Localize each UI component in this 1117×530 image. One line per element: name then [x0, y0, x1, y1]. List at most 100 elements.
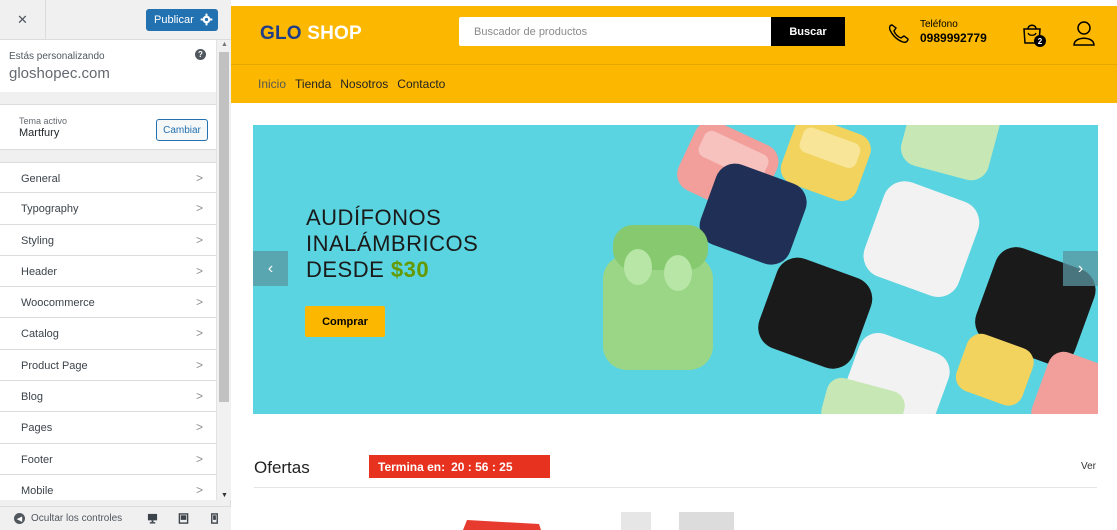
- chevron-left-icon: ‹: [267, 259, 274, 277]
- chevron-right-icon: >: [196, 326, 204, 341]
- section-label: Styling: [21, 234, 55, 247]
- scroll-up-icon[interactable]: ▲: [221, 41, 228, 48]
- countdown-label: Termina en:: [378, 459, 446, 474]
- active-theme-section: Tema activo Martfury Cambiar: [0, 104, 216, 150]
- customizer-footer: ◀ Ocultar los controles: [0, 506, 231, 530]
- section-general[interactable]: General >: [0, 162, 216, 194]
- publish-label: Publicar: [154, 14, 194, 26]
- banner-line3: DESDE $30: [306, 257, 478, 283]
- tablet-icon[interactable]: [178, 513, 189, 524]
- hero-banner: AUDÍFONOS INALÁMBRICOS DESDE $30 Comprar…: [253, 125, 1098, 414]
- section-product-page[interactable]: Product Page >: [0, 349, 216, 382]
- scroll-down-icon[interactable]: ▼: [221, 492, 228, 499]
- nav-item-inicio[interactable]: Inicio: [258, 77, 286, 91]
- section-label: Catalog: [21, 328, 59, 341]
- section-label: Pages: [21, 422, 53, 435]
- section-mobile[interactable]: Mobile >: [0, 474, 216, 500]
- chevron-right-icon: >: [196, 451, 204, 466]
- section-label: Product Page: [21, 359, 88, 372]
- collapse-icon: ◀: [14, 513, 25, 524]
- chevron-right-icon: >: [196, 357, 204, 372]
- section-catalog[interactable]: Catalog >: [0, 318, 216, 350]
- product-thumbnail: [621, 512, 734, 530]
- chevron-right-icon: >: [196, 171, 204, 185]
- product-image[interactable]: [619, 512, 739, 530]
- user-icon[interactable]: [1072, 20, 1096, 46]
- chevron-right-icon: >: [196, 232, 204, 247]
- section-woocommerce[interactable]: Woocommerce >: [0, 287, 216, 319]
- logo-part2: SHOP: [307, 23, 362, 44]
- offers-countdown: Termina en: 20 : 56 : 25: [369, 455, 550, 478]
- slider-next-button[interactable]: ›: [1063, 251, 1098, 286]
- section-label: Woocommerce: [21, 297, 95, 310]
- section-label: Typography: [21, 203, 79, 216]
- chevron-right-icon: >: [196, 263, 204, 278]
- chevron-right-icon: >: [196, 420, 204, 435]
- main-nav: Inicio Tienda Nosotros Contacto: [258, 77, 445, 91]
- section-label: Footer: [21, 453, 53, 466]
- chevron-right-icon: ›: [1077, 259, 1084, 277]
- banner-price: $30: [390, 257, 430, 282]
- search-button[interactable]: Buscar: [771, 17, 845, 46]
- search-placeholder: Buscador de productos: [474, 26, 588, 38]
- chevron-right-icon: >: [196, 389, 204, 404]
- chevron-right-icon: >: [196, 295, 204, 310]
- publish-button[interactable]: Publicar: [146, 9, 218, 31]
- banner-headline: AUDÍFONOS INALÁMBRICOS DESDE $30: [306, 205, 478, 283]
- help-icon[interactable]: ?: [195, 49, 206, 60]
- scrollbar-thumb[interactable]: [219, 52, 229, 402]
- close-icon: ✕: [17, 12, 28, 27]
- chevron-right-icon: >: [196, 201, 204, 216]
- gear-icon[interactable]: [200, 13, 213, 26]
- active-theme-name: Martfury: [19, 127, 60, 139]
- site-logo[interactable]: GLO SHOP: [260, 23, 362, 45]
- customizer-header: ✕ Publicar: [0, 0, 231, 40]
- banner-line1: AUDÍFONOS: [306, 205, 442, 230]
- site-header: GLO SHOP Buscador de productos Buscar Te…: [231, 6, 1117, 103]
- site-preview: GLO SHOP Buscador de productos Buscar Te…: [231, 0, 1117, 530]
- nav-item-tienda[interactable]: Tienda: [295, 77, 331, 91]
- section-typography[interactable]: Typography >: [0, 193, 216, 225]
- phone-label: Teléfono: [920, 19, 958, 30]
- buy-button[interactable]: Comprar: [305, 306, 385, 337]
- mobile-icon[interactable]: [209, 513, 220, 524]
- section-label: General: [21, 173, 61, 185]
- customizer-panel: Estás personalizando gloshopec.com ? Tem…: [0, 40, 231, 500]
- banner-line3-prefix: DESDE: [306, 257, 385, 282]
- chevron-right-icon: >: [196, 482, 204, 497]
- logo-part1: GLO: [260, 23, 302, 44]
- section-label: Blog: [21, 391, 44, 404]
- section-blog[interactable]: Blog >: [0, 381, 216, 413]
- countdown-timer: 20 : 56 : 25: [451, 459, 513, 474]
- section-pages[interactable]: Pages >: [0, 412, 216, 444]
- change-theme-button[interactable]: Cambiar: [156, 119, 208, 141]
- active-theme-label: Tema activo: [19, 116, 68, 126]
- nav-item-contacto[interactable]: Contacto: [397, 77, 445, 91]
- slider-prev-button[interactable]: ‹: [253, 251, 288, 286]
- hide-controls-button[interactable]: ◀ Ocultar los controles: [14, 513, 122, 524]
- product-image[interactable]: [461, 512, 541, 530]
- section-styling[interactable]: Styling >: [0, 224, 216, 256]
- hide-controls-label: Ocultar los controles: [31, 513, 123, 524]
- phone-number[interactable]: 0989992779: [920, 31, 987, 45]
- desktop-icon[interactable]: [147, 513, 158, 524]
- customizer-sections: General > Typography > Styling > Header > Wo…: [0, 162, 216, 500]
- header-divider: [231, 64, 1117, 65]
- editing-label: Estás personalizando: [9, 51, 105, 62]
- offers-divider: [254, 487, 1097, 488]
- see-all-offers-link[interactable]: Ver: [1081, 461, 1096, 472]
- section-label: Header: [21, 265, 58, 278]
- customizer-sidebar: ✕ Publicar Estás personalizando gloshope…: [0, 0, 231, 530]
- search-input[interactable]: Buscador de productos: [459, 17, 772, 46]
- product-thumbnail: [463, 520, 541, 530]
- banner-line2: INALÁMBRICOS: [306, 231, 479, 256]
- cart-count-badge: 2: [1034, 35, 1046, 47]
- close-customizer-button[interactable]: ✕: [0, 0, 46, 40]
- customizer-info: Estás personalizando gloshopec.com ?: [0, 40, 216, 92]
- nav-item-nosotros[interactable]: Nosotros: [340, 77, 388, 91]
- site-name: gloshopec.com: [9, 65, 110, 82]
- section-header[interactable]: Header >: [0, 255, 216, 288]
- phone-icon: [888, 24, 909, 43]
- section-footer[interactable]: Footer >: [0, 443, 216, 475]
- sidebar-scrollbar[interactable]: ▲ ▼: [216, 40, 231, 500]
